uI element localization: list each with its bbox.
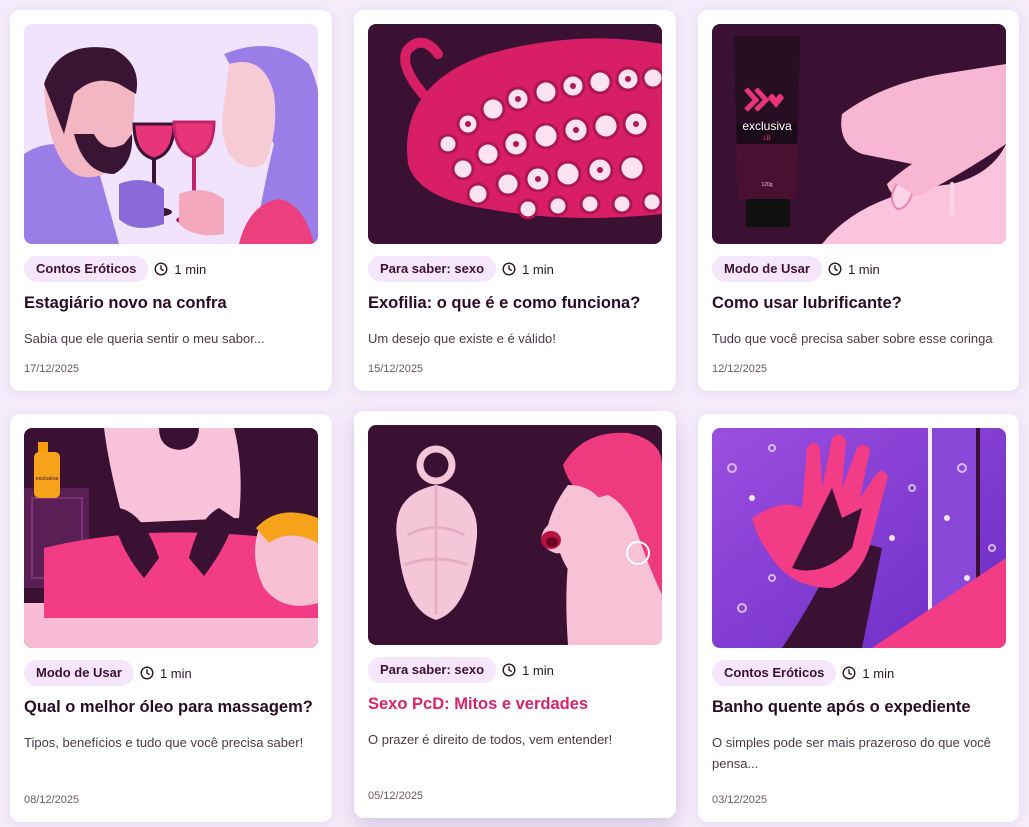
post-thumbnail[interactable]: exclusiva: [24, 428, 318, 648]
clock-icon: [140, 666, 154, 680]
post-excerpt: O simples pode ser mais prazeroso do que…: [712, 735, 991, 771]
post-date: 05/12/2025: [368, 790, 424, 802]
category-tag[interactable]: Contos Eróticos: [712, 660, 837, 686]
post-thumbnail[interactable]: [368, 24, 662, 244]
post-illustration: [368, 425, 662, 645]
post-card[interactable]: Contos Eróticos 1 min Estagiário novo na…: [10, 10, 332, 391]
post-date: 17/12/2025: [24, 363, 80, 375]
category-tag[interactable]: Para saber: sexo: [368, 657, 497, 683]
category-tag[interactable]: Modo de Usar: [24, 660, 134, 686]
category-tag[interactable]: Modo de Usar: [712, 256, 822, 282]
clock-icon: [154, 262, 168, 276]
post-card[interactable]: Para saber: sexo 1 min Sexo PcD: Mitos e…: [354, 411, 676, 818]
post-date: 12/12/2025: [712, 363, 768, 375]
post-meta: Para saber: sexo 1 min: [368, 256, 554, 282]
post-title[interactable]: Como usar lubrificante?: [712, 294, 1006, 313]
post-thumbnail[interactable]: exclusiva LB 120g: [712, 24, 1006, 244]
read-time: 1 min: [522, 261, 554, 277]
post-meta: Modo de Usar 1 min: [24, 660, 192, 686]
clock-icon: [842, 666, 856, 680]
post-date: 03/12/2025: [712, 794, 768, 806]
bottle-brand-text: exclusiva: [36, 476, 60, 482]
read-time: 1 min: [862, 665, 895, 681]
post-illustration: exclusiva: [24, 428, 318, 648]
post-excerpt: Um desejo que existe e é válido!: [368, 331, 556, 346]
post-thumbnail[interactable]: [712, 428, 1006, 648]
post-meta: Contos Eróticos 1 min: [24, 256, 206, 282]
post-illustration: [24, 24, 318, 244]
post-illustration: [368, 24, 662, 244]
post-title[interactable]: Exofilia: o que é e como funciona?: [368, 294, 662, 313]
category-tag[interactable]: Para saber: sexo: [368, 256, 497, 282]
post-title[interactable]: Sexo PcD: Mitos e verdades: [368, 695, 662, 714]
post-date: 15/12/2025: [368, 363, 424, 375]
post-excerpt: Sabia que ele queria sentir o meu sabor.…: [24, 331, 265, 346]
post-card[interactable]: exclusiva LB 120g Modo de Usar 1 min Com…: [698, 10, 1019, 391]
post-thumbnail[interactable]: [368, 425, 662, 645]
post-meta: Para saber: sexo 1 min: [368, 657, 554, 683]
post-date: 08/12/2025: [24, 794, 80, 806]
category-tag[interactable]: Contos Eróticos: [24, 256, 149, 282]
clock-icon: [502, 262, 516, 276]
clock-icon: [828, 262, 842, 276]
post-title[interactable]: Banho quente após o expediente: [712, 698, 1006, 717]
post-meta: Modo de Usar 1 min: [712, 256, 880, 282]
post-excerpt: O prazer é direito de todos, vem entende…: [368, 732, 613, 747]
read-time: 1 min: [847, 261, 880, 277]
brand-text: exclusiva: [742, 119, 792, 133]
post-thumbnail[interactable]: [24, 24, 318, 244]
weight-text: 120g: [761, 182, 772, 188]
read-time: 1 min: [174, 261, 207, 277]
post-illustration: [712, 428, 1006, 648]
post-card[interactable]: Contos Eróticos 1 min Banho quente após …: [698, 414, 1019, 822]
post-excerpt: Tudo que você precisa saber sobre esse c…: [712, 331, 993, 346]
post-card[interactable]: exclusiva Modo de Usar 1 min Qual o melh…: [10, 414, 332, 822]
read-time: 1 min: [522, 662, 554, 678]
variant-text: LB: [763, 136, 770, 142]
post-excerpt: Tipos, benefícios e tudo que você precis…: [24, 735, 304, 750]
post-title[interactable]: Qual o melhor óleo para massagem?: [24, 698, 318, 717]
post-illustration: exclusiva LB 120g: [712, 24, 1006, 244]
post-card[interactable]: Para saber: sexo 1 min Exofilia: o que é…: [354, 10, 676, 391]
clock-icon: [502, 663, 516, 677]
post-meta: Contos Eróticos 1 min: [712, 660, 894, 686]
read-time: 1 min: [159, 665, 192, 681]
post-title[interactable]: Estagiário novo na confra: [24, 294, 318, 313]
